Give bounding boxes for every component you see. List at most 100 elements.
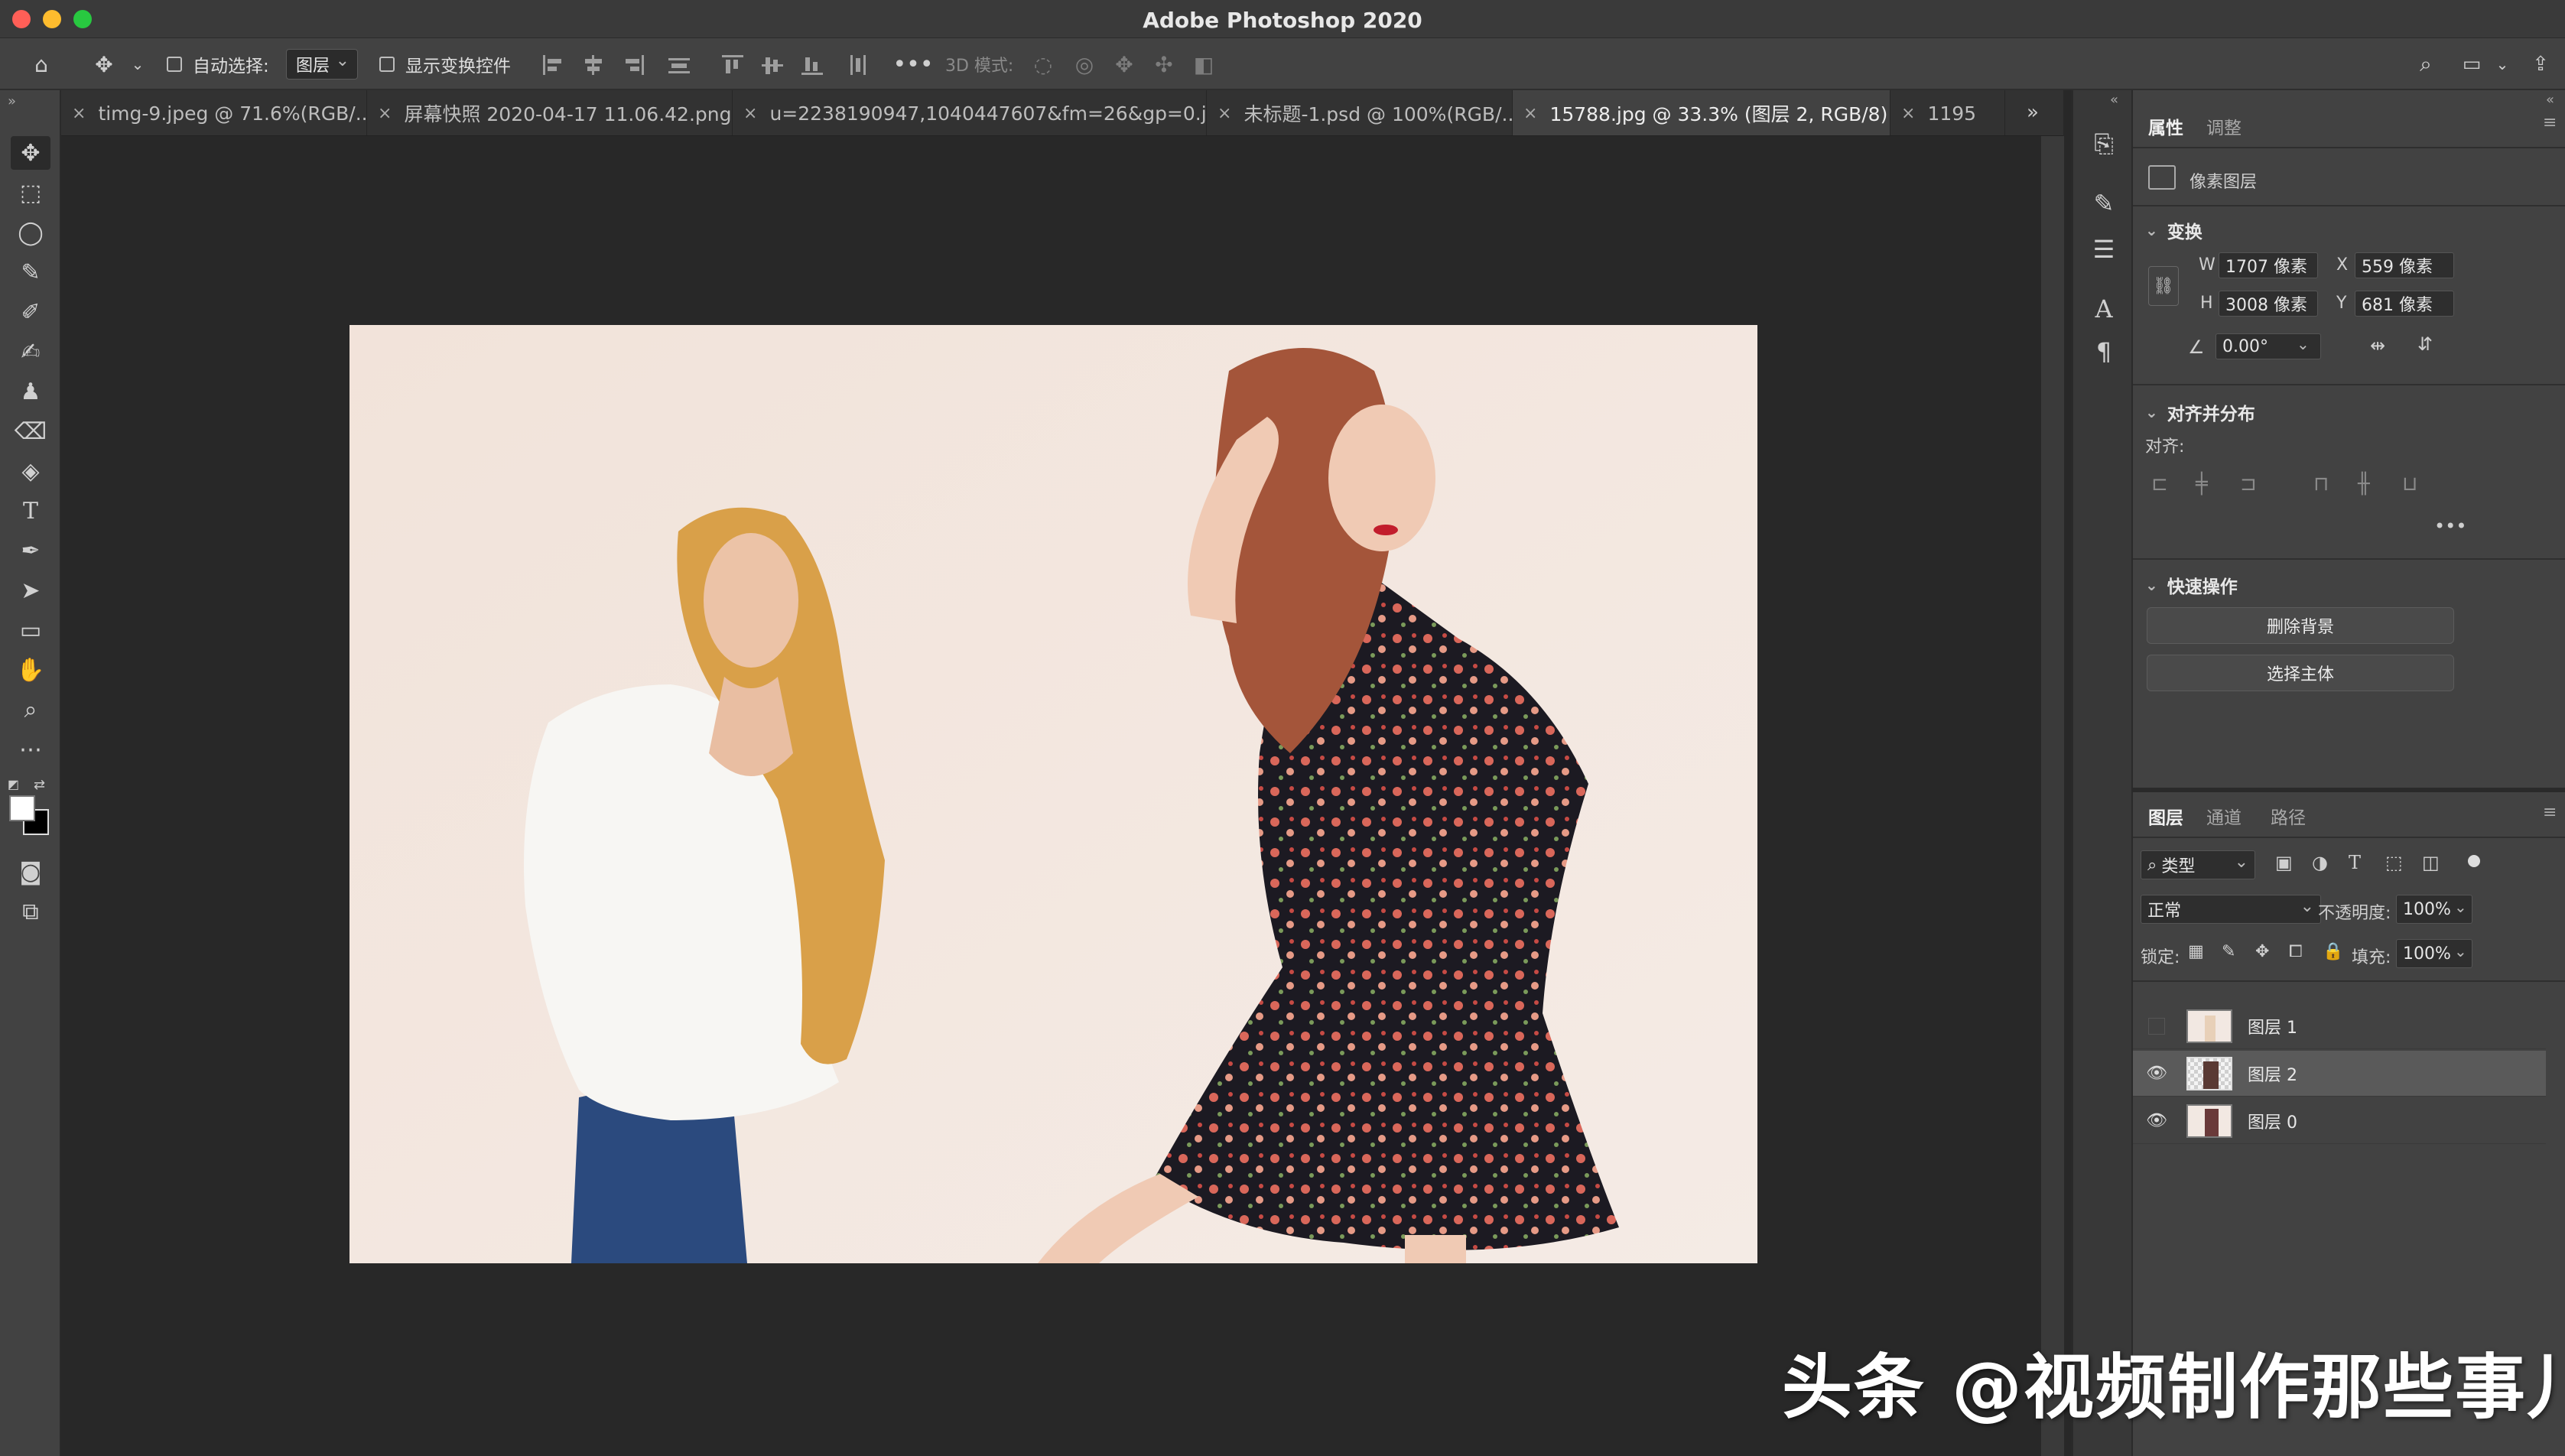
y-position-field[interactable]: 681 像素 <box>2355 291 2454 317</box>
pen-tool-icon[interactable]: ✒ <box>11 534 50 567</box>
paint-bucket-tool-icon[interactable]: ◈ <box>11 454 50 488</box>
marquee-tool-icon[interactable]: ⬚ <box>11 176 50 210</box>
more-tabs-icon[interactable]: » <box>2027 101 2039 124</box>
eraser-tool-icon[interactable]: ⌫ <box>11 414 50 448</box>
filter-type-icon[interactable]: T <box>2349 852 2361 873</box>
3d-roll-icon[interactable]: ◎ <box>1071 50 1098 78</box>
paragraph-icon[interactable]: ¶ <box>2085 333 2122 370</box>
close-tab-icon[interactable]: × <box>743 104 757 123</box>
align-more-icon[interactable]: ••• <box>2434 515 2466 537</box>
align-section-header[interactable]: ⌄ 对齐并分布 <box>2145 399 2255 425</box>
doc-tab-4[interactable]: × 未标题-1.psd @ 100%(RGB/... <box>1207 90 1513 135</box>
close-tab-icon[interactable]: × <box>1523 104 1537 123</box>
align-left-icon[interactable] <box>543 55 564 75</box>
auto-select-checkbox-group[interactable]: 自动选择: <box>167 38 269 90</box>
rectangle-tool-icon[interactable]: ▭ <box>11 613 50 647</box>
panel-align-left-icon[interactable]: ⊏ <box>2151 473 2168 496</box>
layer-filter-dropdown[interactable]: ⌕ 类型 ⌄ <box>2141 850 2255 879</box>
auto-select-checkbox[interactable] <box>167 57 182 72</box>
opacity-slider-icon[interactable]: ⌄ <box>2454 898 2467 916</box>
doc-tab-2[interactable]: × 屏幕快照 2020-04-17 11.06.42.png <box>367 90 733 135</box>
type-tool-icon[interactable]: T <box>11 494 50 528</box>
collapse-dock-icon[interactable]: « <box>2110 92 2118 108</box>
more-options-icon[interactable]: ••• <box>892 50 933 78</box>
document-canvas-image[interactable] <box>349 325 1757 1263</box>
lock-transparent-icon[interactable]: ▦ <box>2188 942 2204 961</box>
close-tab-icon[interactable]: × <box>72 104 86 123</box>
home-icon[interactable]: ⌂ <box>28 50 55 78</box>
default-colors-icon[interactable]: ◩ <box>8 777 23 792</box>
height-field[interactable]: 3008 像素 <box>2219 291 2318 317</box>
collapse-toolbar-icon[interactable]: » <box>8 93 16 109</box>
tab-paths[interactable]: 路径 <box>2271 803 2306 829</box>
foreground-color-swatch[interactable] <box>9 795 35 821</box>
doc-tab-1[interactable]: × timg-9.jpeg @ 71.6%(RGB/... <box>61 90 367 135</box>
auto-select-dropdown[interactable]: 图层 <box>286 49 359 80</box>
doc-tab-3[interactable]: × u=2238190947,1040447607&fm=26&gp=0.jpg <box>733 90 1207 135</box>
layer-row[interactable]: 图层 1 <box>2133 1003 2546 1049</box>
workspace-icon[interactable]: ▭ <box>2458 50 2485 78</box>
brush-settings-icon[interactable]: ✎ <box>2085 185 2122 222</box>
share-icon[interactable]: ⇪ <box>2527 50 2554 78</box>
vertical-scrollbar[interactable] <box>2041 136 2064 1456</box>
distribute-vertical-icon[interactable] <box>847 55 869 75</box>
panel-align-top-icon[interactable]: ⊓ <box>2313 473 2329 496</box>
move-tool-icon[interactable]: ✥ <box>11 136 50 170</box>
eye-icon[interactable]: 👁 <box>2145 1110 2168 1133</box>
show-transform-group[interactable]: 显示变换控件 <box>379 38 511 90</box>
flip-vertical-icon[interactable]: ⇵ <box>2417 333 2433 355</box>
layer-row-selected[interactable]: 👁 图层 2 <box>2133 1051 2546 1097</box>
screen-mode-icon[interactable]: ⧉ <box>11 895 50 928</box>
filter-toggle-icon[interactable] <box>2468 855 2480 867</box>
history-icon[interactable]: ⎘ <box>2085 125 2122 162</box>
path-selection-tool-icon[interactable]: ➤ <box>11 574 50 607</box>
3d-orbit-icon[interactable]: ◌ <box>1029 50 1057 78</box>
close-tab-icon[interactable]: × <box>1901 104 1915 123</box>
filter-adjustment-icon[interactable]: ◑ <box>2312 852 2328 873</box>
zoom-tool-icon[interactable]: ⌕ <box>11 693 50 726</box>
align-horizontal-center-icon[interactable] <box>583 55 604 75</box>
3d-slide-icon[interactable]: ✣ <box>1150 50 1178 78</box>
align-right-icon[interactable] <box>623 55 644 75</box>
distribute-horizontal-icon[interactable] <box>668 55 690 75</box>
3d-scale-icon[interactable]: ◧ <box>1190 50 1217 78</box>
panel-menu-icon[interactable]: ≡ <box>2543 113 2557 132</box>
filter-smart-object-icon[interactable]: ◫ <box>2422 852 2440 873</box>
quick-mask-icon[interactable]: ◙ <box>11 855 50 889</box>
collapse-panels-icon[interactable]: « <box>2546 92 2554 108</box>
tool-preset-chevron-icon[interactable]: ⌄ <box>124 50 151 78</box>
filter-shape-icon[interactable]: ⬚ <box>2385 852 2403 873</box>
select-subject-button[interactable]: 选择主体 <box>2147 655 2454 691</box>
close-tab-icon[interactable]: × <box>1217 104 1231 123</box>
3d-pan-icon[interactable]: ✥ <box>1110 50 1138 78</box>
doc-tab-active[interactable]: × 15788.jpg @ 33.3% (图层 2, RGB/8) * <box>1513 90 1890 135</box>
lock-all-icon[interactable]: 🔒 <box>2323 942 2343 961</box>
panel-align-bottom-icon[interactable]: ⊔ <box>2402 473 2417 496</box>
eyedropper-tool-icon[interactable]: ✐ <box>11 295 50 329</box>
swap-colors-icon[interactable]: ⇄ <box>34 777 45 793</box>
flip-horizontal-icon[interactable]: ⇹ <box>2370 335 2385 356</box>
link-dimensions-icon[interactable]: ⛓ <box>2148 266 2179 306</box>
close-tab-icon[interactable]: × <box>378 104 392 123</box>
character-icon[interactable]: A <box>2085 291 2122 327</box>
panel-align-vcenter-icon[interactable]: ╫ <box>2358 473 2370 496</box>
blend-mode-dropdown[interactable]: 正常 ⌄ <box>2141 895 2321 924</box>
quick-actions-section-header[interactable]: ⌄ 快速操作 <box>2145 572 2238 598</box>
tab-layers[interactable]: 图层 <box>2148 803 2183 829</box>
width-field[interactable]: 1707 像素 <box>2219 252 2318 278</box>
fill-slider-icon[interactable]: ⌄ <box>2454 942 2467 960</box>
workspace-chevron-icon[interactable]: ⌄ <box>2489 50 2516 78</box>
hand-tool-icon[interactable]: ✋ <box>11 653 50 687</box>
eye-icon[interactable]: 👁 <box>2145 1062 2168 1085</box>
align-top-icon[interactable] <box>722 55 743 75</box>
panel-align-right-icon[interactable]: ⊐ <box>2240 473 2257 496</box>
align-vertical-center-icon[interactable] <box>762 55 783 75</box>
search-icon[interactable]: ⌕ <box>2412 50 2440 78</box>
tab-properties[interactable]: 属性 <box>2148 113 2183 139</box>
tab-adjustments[interactable]: 调整 <box>2206 113 2242 139</box>
doc-tab-6[interactable]: × 1195 <box>1890 90 2005 135</box>
align-bottom-icon[interactable] <box>801 55 823 75</box>
x-position-field[interactable]: 559 像素 <box>2355 252 2454 278</box>
layers-menu-icon[interactable]: ≡ <box>2543 803 2557 822</box>
lock-position-icon[interactable]: ✥ <box>2255 942 2269 961</box>
